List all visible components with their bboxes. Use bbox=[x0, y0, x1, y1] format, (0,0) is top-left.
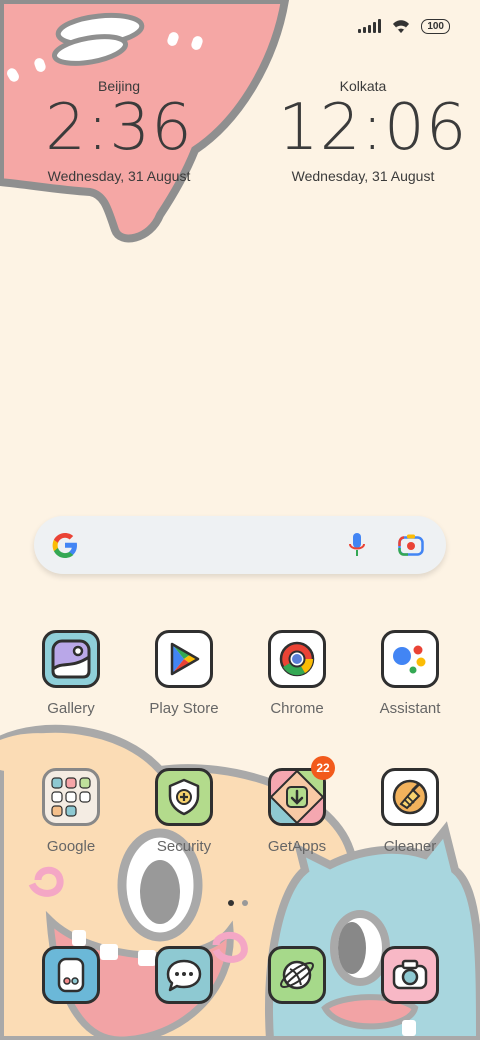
dock-camera[interactable] bbox=[360, 946, 460, 1004]
app-label: Google bbox=[46, 838, 96, 855]
app-getapps[interactable]: 22 GetApps bbox=[247, 756, 347, 855]
status-bar: 100 bbox=[358, 18, 450, 34]
google-logo-icon bbox=[52, 533, 77, 558]
phone-icon bbox=[42, 946, 100, 1004]
dock-phone[interactable] bbox=[21, 946, 121, 1004]
security-icon bbox=[155, 768, 213, 826]
clock-date: Wednesday, 31 August bbox=[291, 168, 435, 184]
app-gallery[interactable]: Gallery bbox=[21, 630, 121, 717]
app-cleaner[interactable]: Cleaner bbox=[360, 768, 460, 855]
camera-icon bbox=[381, 946, 439, 1004]
clock-widget-kolkata[interactable]: Kolkata 12:06 Wednesday, 31 August bbox=[278, 78, 468, 184]
clock-time: 2:36 bbox=[45, 91, 193, 165]
chrome-icon bbox=[268, 630, 326, 688]
app-chrome[interactable]: Chrome bbox=[247, 630, 347, 717]
google-search-bar[interactable] bbox=[34, 516, 446, 574]
app-play-store[interactable]: Play Store bbox=[134, 630, 234, 717]
cleaner-icon bbox=[381, 768, 439, 826]
clock-time: 12:06 bbox=[278, 91, 468, 165]
google-folder-icon bbox=[42, 768, 100, 826]
microphone-icon[interactable] bbox=[348, 532, 366, 558]
page-dot-active bbox=[228, 900, 234, 906]
assistant-icon bbox=[381, 630, 439, 688]
page-dot bbox=[242, 900, 248, 906]
app-label: Gallery bbox=[47, 700, 95, 717]
clock-date: Wednesday, 31 August bbox=[47, 168, 191, 184]
google-lens-icon[interactable] bbox=[398, 534, 424, 556]
dock-messages[interactable] bbox=[134, 946, 234, 1004]
app-label: Chrome bbox=[270, 700, 324, 717]
gallery-icon bbox=[42, 630, 100, 688]
browser-icon bbox=[268, 946, 326, 1004]
app-security[interactable]: Security bbox=[134, 768, 234, 855]
page-indicator[interactable] bbox=[228, 900, 248, 906]
messages-icon bbox=[155, 946, 213, 1004]
app-label: Security bbox=[156, 838, 212, 855]
notification-badge: 22 bbox=[311, 756, 335, 780]
app-label: Play Store bbox=[149, 700, 219, 717]
app-label: GetApps bbox=[267, 838, 327, 855]
app-folder-google[interactable]: Google bbox=[21, 768, 121, 855]
battery-indicator: 100 bbox=[421, 18, 450, 34]
wifi-icon bbox=[393, 20, 410, 33]
signal-icon bbox=[358, 19, 382, 33]
app-assistant[interactable]: Assistant bbox=[360, 630, 460, 717]
dock-browser[interactable] bbox=[247, 946, 347, 1004]
app-label: Cleaner bbox=[383, 838, 437, 855]
app-label: Assistant bbox=[379, 700, 441, 717]
play-store-icon bbox=[155, 630, 213, 688]
clock-widget-beijing[interactable]: Beijing 2:36 Wednesday, 31 August bbox=[44, 78, 194, 184]
